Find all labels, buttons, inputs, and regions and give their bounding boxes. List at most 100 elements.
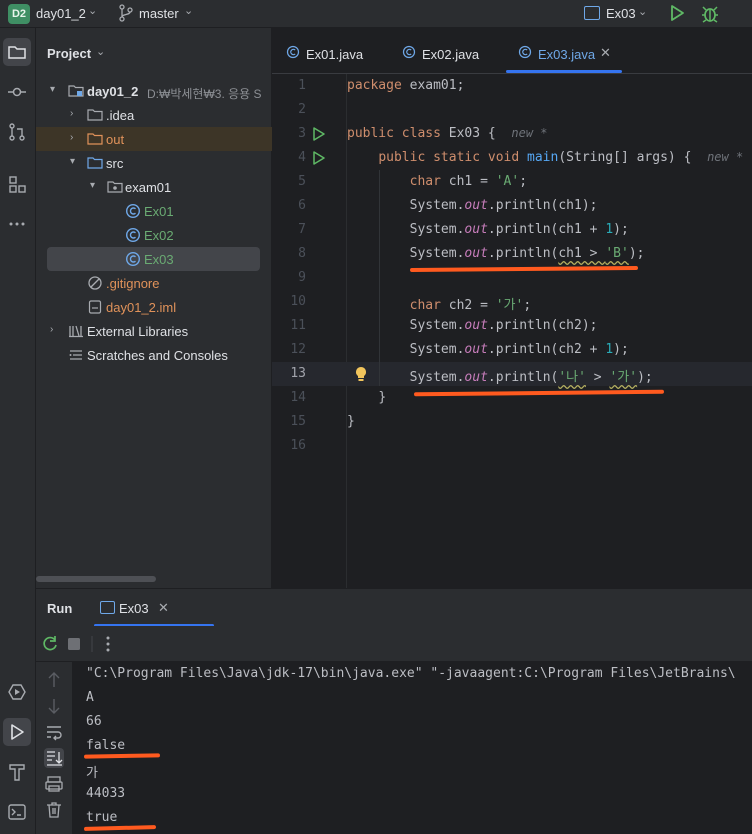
java-class-icon [518,45,532,59]
code-text: public class Ex03 { new * [347,126,548,141]
tab-ex02[interactable]: Ex02.java [400,28,500,74]
soft-wrap-icon[interactable] [44,722,64,742]
run-tab-label: Ex03 [119,601,149,616]
chevron-down-icon[interactable]: ⌄ [184,4,193,17]
tree-item-ex01[interactable]: Ex01 [36,199,272,223]
build-tool-button[interactable] [3,758,31,786]
commit-tool-button[interactable] [3,78,31,106]
code-line[interactable]: 12 System.out.println(ch2 + 1); [272,338,752,362]
print-icon[interactable] [44,774,64,794]
run-icon [11,724,24,740]
chevron-down-icon[interactable]: ▾ [50,84,60,98]
horizontal-scrollbar[interactable] [36,576,156,582]
tree-item-idea[interactable]: › .idea [36,103,272,127]
trash-icon[interactable] [44,800,64,820]
chevron-down-icon[interactable]: ⌄ [96,45,105,58]
structure-tool-button[interactable] [3,170,31,198]
pull-requests-tool-button[interactable] [3,118,31,146]
iml-file-icon [88,300,102,314]
project-badge[interactable]: D2 [8,4,30,24]
code-line[interactable]: 15 } [272,410,752,434]
tree-label: Ex02 [144,228,174,243]
scroll-to-end-icon[interactable] [44,748,64,768]
terminal-tool-button[interactable] [3,798,31,826]
project-name[interactable]: day01_2 [36,6,86,21]
run-tool-button[interactable] [3,718,31,746]
more-tool-windows-button[interactable] [3,210,31,238]
chevron-right-icon[interactable]: › [70,132,80,146]
run-configuration-selector[interactable]: Ex03 ⌄ [584,4,654,24]
rerun-icon[interactable] [40,634,60,654]
line-number: 12 [290,342,306,357]
code-line-current[interactable]: 13 System.out.println('나' > '가'); [272,362,752,386]
java-class-icon [125,227,141,243]
console-output[interactable]: "C:\Program Files\Java\jdk-17\bin\java.e… [72,662,752,834]
tree-item-out[interactable]: › out [36,127,272,151]
project-tool-button[interactable] [3,38,31,66]
tree-item-external-libraries[interactable]: › External Libraries [36,319,272,343]
code-line[interactable]: 11 System.out.println(ch2); [272,314,752,338]
stop-icon[interactable] [64,634,84,654]
run-config-name: Ex03 [606,6,636,21]
code-text: char ch2 = '가'; [409,298,532,313]
code-text: } [347,414,355,429]
branch-name[interactable]: master [139,6,179,21]
run-gutter-icon[interactable] [312,151,326,165]
code-line[interactable]: 8 System.out.println(ch1 > 'B'); [272,242,752,266]
scratches-icon [69,350,82,360]
run-icon[interactable] [668,4,686,22]
code-line[interactable]: 7 System.out.println(ch1 + 1); [272,218,752,242]
code-line[interactable]: 14 } [272,386,752,410]
annotation-underline [83,753,161,759]
code-editor: Ex01.java Ex02.java Ex03.java ✕ 1 packag… [272,28,752,588]
code-line[interactable]: 5 char ch1 = 'A'; [272,170,752,194]
tree-item-ex03[interactable]: Ex03 [47,247,260,271]
code-line[interactable]: 16 [272,434,752,458]
chevron-down-icon[interactable]: ▾ [70,156,80,170]
tree-item-ex02[interactable]: Ex02 [36,223,272,247]
run-tab-ex03[interactable]: Ex03 ✕ [94,589,214,627]
tree-item-gitignore[interactable]: .gitignore [36,271,272,295]
code-line[interactable]: 3 public class Ex03 { new * [272,122,752,146]
code-line[interactable]: 10 char ch2 = '가'; [272,290,752,314]
close-icon[interactable]: ✕ [158,600,169,616]
code-line[interactable]: 4 public static void main(String[] args)… [272,146,752,170]
close-icon[interactable]: ✕ [600,45,611,61]
tree-item-src[interactable]: ▾ src [36,151,272,175]
excluded-folder-icon [87,133,103,145]
tab-ex03[interactable]: Ex03.java ✕ [506,28,622,74]
arrow-down-icon[interactable] [44,696,64,716]
code-text: System.out.println(ch2 + 1); [409,342,629,357]
tree-label: External Libraries [87,324,189,339]
line-number: 6 [298,198,306,213]
tree-item-iml[interactable]: day01_2.iml [36,295,272,319]
run-gutter-icon[interactable] [312,127,326,141]
code-line[interactable]: 2 [272,98,752,122]
chevron-right-icon[interactable]: › [50,324,60,338]
chevron-down-icon[interactable]: ⌄ [88,4,97,17]
tab-ex01[interactable]: Ex01.java [284,28,384,74]
run-tool-window-header: Run Ex03 ✕ [36,588,752,627]
code-line[interactable]: 1 package exam01; [272,74,752,98]
active-tab-indicator [506,70,622,73]
chevron-right-icon[interactable]: › [70,108,80,122]
line-number: 10 [290,294,306,309]
tab-label: Ex03.java [538,47,596,62]
code-text: System.out.println(ch1 + 1); [409,222,629,237]
services-tool-button[interactable] [3,678,31,706]
project-panel-title[interactable]: Project [47,46,91,61]
branch-icon[interactable] [118,4,134,22]
tree-item-exam01[interactable]: ▾ exam01 [36,175,272,199]
chevron-down-icon[interactable]: ▾ [90,180,100,194]
tree-item-scratches[interactable]: Scratches and Consoles [36,343,272,367]
tree-item-day01-2[interactable]: ▾ day01_2 D:₩박세현₩3. 응용 S [36,79,272,103]
arrow-up-icon[interactable] [44,670,64,690]
code-text: char ch1 = 'A'; [409,174,528,189]
line-number: 5 [298,174,306,189]
more-vertical-icon[interactable] [98,634,118,654]
debug-icon[interactable] [700,4,720,24]
line-number: 2 [298,102,306,117]
code-line[interactable]: 6 System.out.println(ch1); [272,194,752,218]
code-text: System.out.println(ch1 > 'B'); [409,246,645,261]
more-icon [9,222,25,226]
